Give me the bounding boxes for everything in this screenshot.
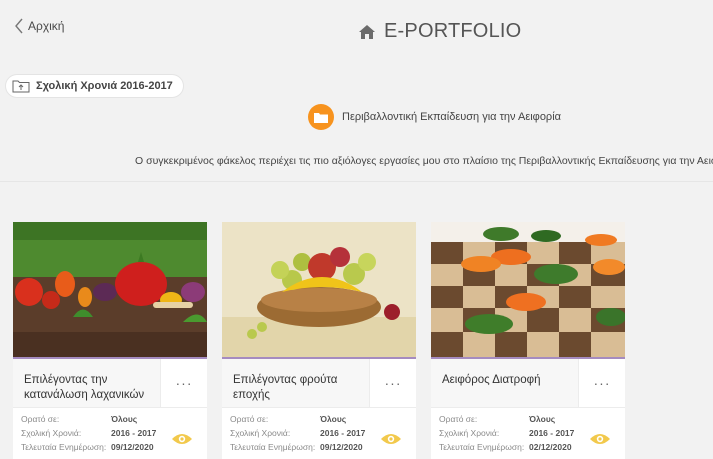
back-link[interactable]: Αρχική [14,18,64,34]
card-image[interactable] [222,222,416,359]
visible-to-value: Όλους [529,414,556,424]
folder-up-icon [12,80,30,93]
card-title[interactable]: Επιλέγοντας την κατανάλωση λαχανικών [24,373,154,403]
last-update-value: 09/12/2020 [320,442,363,452]
last-update-label: Τελευταία Ενημέρωση: [439,442,525,452]
school-year-meta-label: Σχολική Χρονιά: [230,428,291,438]
portfolio-card[interactable]: Επιλέγοντας την κατανάλωση λαχανικών ···… [13,222,207,459]
eye-icon [381,434,401,444]
card-image[interactable] [13,222,207,359]
school-year-label: Σχολική Χρονιά 2016-2017 [36,80,173,92]
folder-description: Ο συγκεκριμένος φάκελος περιέχει τις πιο… [135,155,713,167]
card-meta: Ορατό σε: Όλους Σχολική Χρονιά: 2016 - 201… [439,412,574,454]
eye-icon [590,434,610,444]
more-options-button[interactable]: ··· [369,359,416,407]
page-title: E-PORTFOLIO [358,20,521,43]
school-year-value: 2016 - 2017 [111,428,157,438]
chevron-left-icon [15,18,23,34]
view-button[interactable] [589,432,611,451]
last-update-value: 09/12/2020 [111,442,154,452]
fruit-basket-image [222,222,416,357]
last-update-value: 02/12/2020 [529,442,572,452]
card-title[interactable]: Επιλέγοντας φρούτα εποχής [233,373,363,403]
visible-to-label: Ορατό σε: [230,414,269,424]
card-meta: Ορατό σε: Όλους Σχολική Χρονιά: 2016 - 201… [230,412,365,454]
more-options-button[interactable]: ··· [160,359,207,407]
page: Αρχική E-PORTFOLIO Σχολική Χρονιά 2016-2… [0,0,713,459]
card-meta: Ορατό σε: Όλους Σχολική Χρονιά: 2016 - 201… [21,412,156,454]
folder-heading: Περιβαλλοντική Εκπαίδευση για την Αειφορ… [308,104,561,130]
view-button[interactable] [171,432,193,451]
eye-icon [172,434,192,444]
view-button[interactable] [380,432,402,451]
portfolio-card[interactable]: Αειφόρος Διατροφή ··· Ορατό σε: Όλους Σχο… [431,222,625,459]
more-options-button[interactable]: ··· [578,359,625,407]
card-image[interactable] [431,222,625,359]
last-update-label: Τελευταία Ενημέρωση: [230,442,316,452]
card-title[interactable]: Αειφόρος Διατροφή [442,373,572,388]
card-header: Επιλέγοντας φρούτα εποχής ··· [222,359,416,408]
school-year-meta-label: Σχολική Χρονιά: [439,428,500,438]
visible-to-value: Όλους [320,414,347,424]
school-year-meta-label: Σχολική Χρονιά: [21,428,82,438]
page-title-text: E-PORTFOLIO [384,20,522,42]
school-year-value: 2016 - 2017 [320,428,366,438]
vegetables-image [13,222,207,357]
visible-to-label: Ορατό σε: [21,414,60,424]
last-update-label: Τελευταία Ενημέρωση: [21,442,107,452]
back-link-label: Αρχική [28,19,65,33]
visible-to-value: Όλους [111,414,138,424]
school-year-value: 2016 - 2017 [529,428,575,438]
card-header: Αειφόρος Διατροφή ··· [431,359,625,408]
visible-to-label: Ορατό σε: [439,414,478,424]
divider [0,181,713,182]
checkerboard-vegetables-image [431,222,625,357]
card-header: Επιλέγοντας την κατανάλωση λαχανικών ··· [13,359,207,408]
portfolio-card[interactable]: Επιλέγοντας φρούτα εποχής ··· Ορατό σε: Ό… [222,222,416,459]
folder-icon [314,112,328,123]
home-icon [359,24,375,39]
folder-badge [308,104,334,130]
school-year-button[interactable]: Σχολική Χρονιά 2016-2017 [6,75,183,97]
folder-name: Περιβαλλοντική Εκπαίδευση για την Αειφορ… [342,111,561,123]
